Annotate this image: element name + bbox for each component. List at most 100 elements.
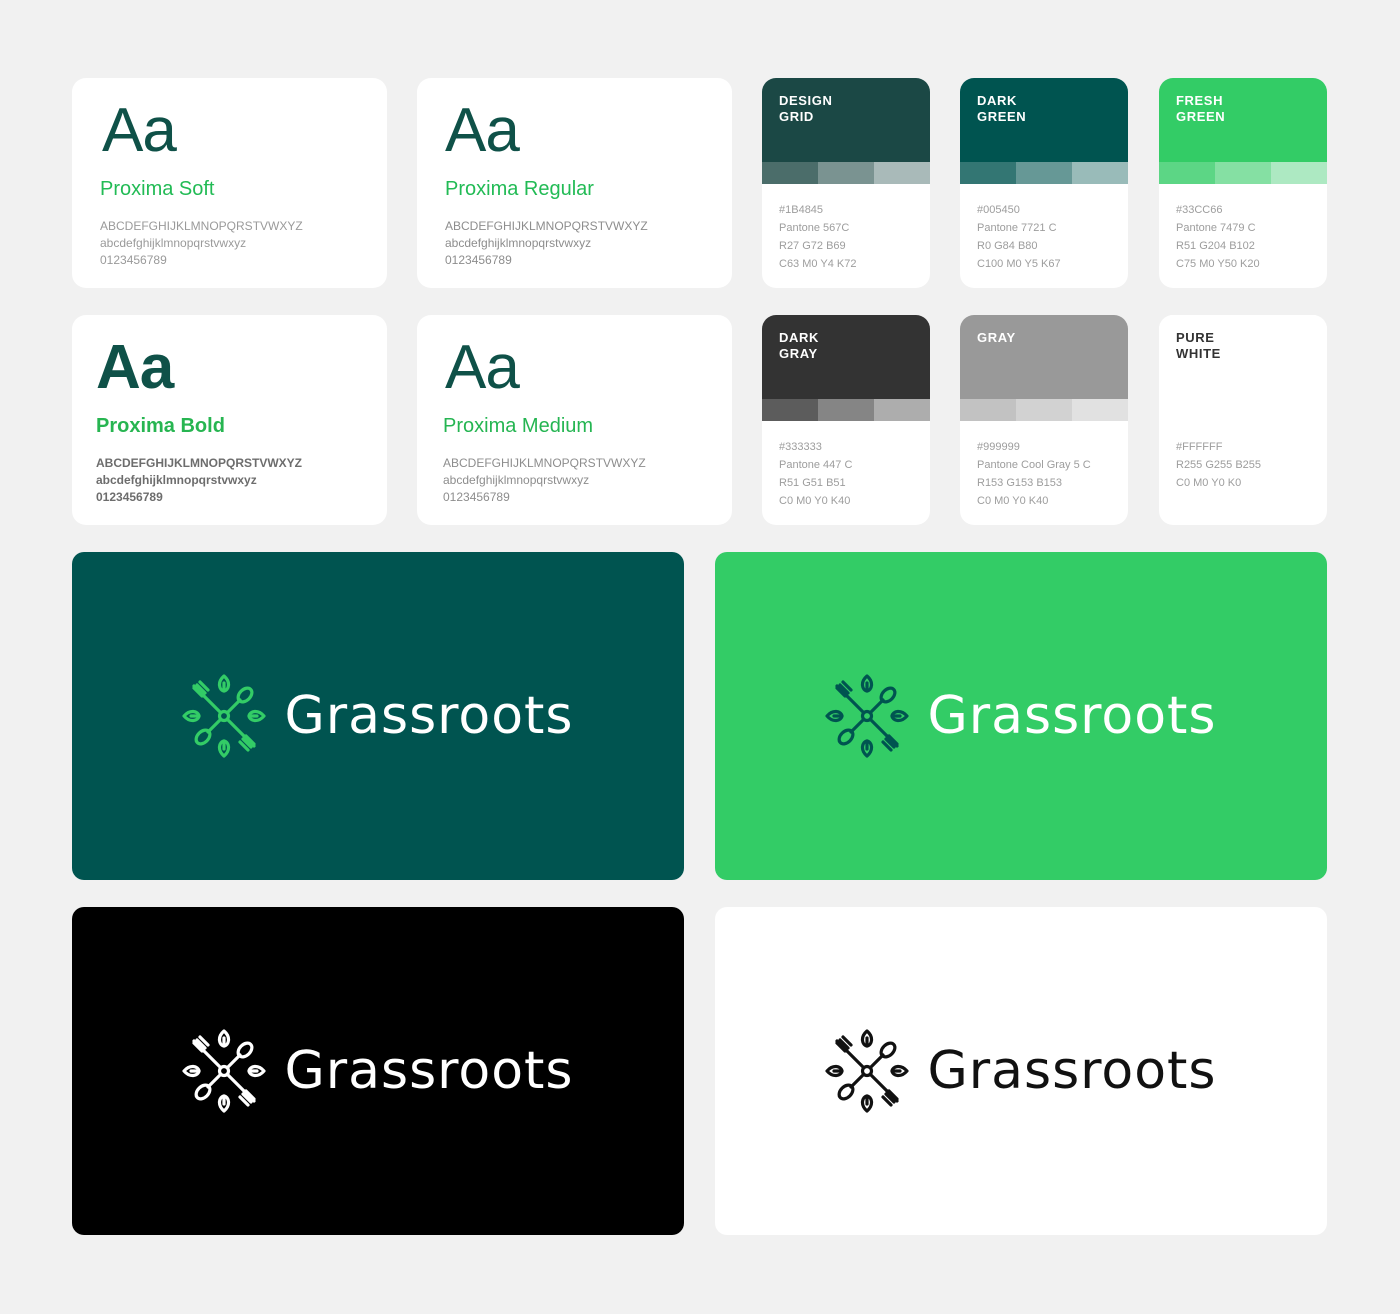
swatch-tints [1159,399,1327,421]
tint-3 [1271,162,1327,184]
brand-wordmark: Grassroots [284,686,574,746]
uppercase-set: ABCDEFGHIJKLMNOPQRSTVWXYZ [443,456,646,470]
grassroots-mark-icon [825,674,910,758]
pantone-code: Pantone Cool Gray 5 C [977,459,1091,471]
logo-card-black: Grassroots [72,907,684,1235]
tint-1 [1159,399,1215,421]
brand-wordmark: Grassroots [927,686,1217,746]
brand-wordmark: Grassroots [284,1041,574,1101]
tint-1 [960,399,1016,421]
grassroots-mark-icon [825,1029,910,1113]
tint-2 [1016,399,1072,421]
hex-code: #1B4845 [779,204,824,216]
typeface-card-proxima-bold: Aa Proxima Bold ABCDEFGHIJKLMNOPQRSTVWXY… [72,315,387,525]
digit-set: 0123456789 [96,490,163,504]
swatch-title: FRESH GREEN [1176,93,1226,124]
color-swatch-design-grid: DESIGN GRID #1B4845 Pantone 567C R27 G72… [762,78,930,288]
cmyk-code: C63 M0 Y4 K72 [779,258,857,270]
typeface-name: Proxima Soft [100,178,215,200]
rgb-code: R0 G84 B80 [977,240,1038,252]
pantone-code: Pantone 7479 C [1176,222,1256,234]
cmyk-code: C75 M0 Y50 K20 [1176,258,1260,270]
uppercase-set: ABCDEFGHIJKLMNOPQRSTVWXYZ [96,456,303,470]
tint-1 [1159,162,1215,184]
typeface-card-proxima-soft: Aa Proxima Soft ABCDEFGHIJKLMNOPQRSTVWXY… [72,78,387,288]
swatch-title: DESIGN GRID [779,93,833,124]
typeface-card-proxima-regular: Aa Proxima Regular ABCDEFGHIJKLMNOPQRSTV… [417,78,732,288]
color-swatch-fresh-green: FRESH GREEN #33CC66 Pantone 7479 C R51 G… [1159,78,1327,288]
swatch-tints [762,399,930,421]
tint-3 [1271,399,1327,421]
color-codes: #FFFFFF R255 G255 B255 C0 M0 Y0 K0 [1176,438,1261,492]
swatch-title: DARK GRAY [779,330,819,361]
logo-lockup: Grassroots [825,1029,1216,1113]
rgb-code: R153 G153 B153 [977,477,1063,489]
brand-wordmark: Grassroots [927,1041,1217,1101]
color-swatch-pure-white: PURE WHITE #FFFFFF R255 G255 B255 C0 M0 … [1159,315,1327,525]
typeface-name: Proxima Medium [443,415,594,437]
lowercase-set: abcdefghijklmnopqrstvwxyz [96,473,257,487]
logo-lockup: Grassroots [825,674,1216,758]
color-swatch-dark-green: DARK GREEN #005450 Pantone 7721 C R0 G84… [960,78,1128,288]
digit-set: 0123456789 [100,253,167,267]
color-codes: #1B4845 Pantone 567C R27 G72 B69 C63 M0 … [779,201,856,273]
tint-3 [1072,162,1128,184]
grassroots-mark-icon [182,674,267,758]
tint-2 [1016,162,1072,184]
pantone-code: Pantone 7721 C [977,222,1057,234]
color-codes: #33CC66 Pantone 7479 C R51 G204 B102 C75… [1176,201,1260,273]
hex-code: #33CC66 [1176,204,1223,216]
hex-code: #FFFFFF [1176,441,1223,453]
cmyk-code: C0 M0 Y0 K40 [977,495,1049,507]
rgb-code: R51 G51 B51 [779,477,846,489]
logo-card-white: Grassroots [715,907,1327,1235]
swatch-tints [960,399,1128,421]
character-set: ABCDEFGHIJKLMNOPQRSTVWXYZ abcdefghijklmn… [443,455,646,506]
cmyk-code: C100 M0 Y5 K67 [977,258,1061,270]
typeface-name: Proxima Bold [96,415,225,437]
type-sample: Aa [445,96,520,165]
type-sample: Aa [445,333,520,402]
color-codes: #005450 Pantone 7721 C R0 G84 B80 C100 M… [977,201,1061,273]
logo-card-dark-green: Grassroots [72,552,684,880]
type-sample: Aa [96,333,174,402]
hex-code: #333333 [779,441,822,453]
type-sample: Aa [102,96,177,165]
swatch-title: DARK GREEN [977,93,1027,124]
tint-3 [1072,399,1128,421]
tint-2 [1215,162,1271,184]
character-set: ABCDEFGHIJKLMNOPQRSTVWXYZ abcdefghijklmn… [96,455,302,506]
lowercase-set: abcdefghijklmnopqrstvwxyz [100,236,247,250]
swatch-title: GRAY [977,330,1016,345]
tint-1 [762,399,818,421]
rgb-code: R51 G204 B102 [1176,240,1255,252]
uppercase-set: ABCDEFGHIJKLMNOPQRSTVWXYZ [445,219,648,233]
tint-2 [818,399,874,421]
swatch-tints [960,162,1128,184]
cmyk-code: C0 M0 Y0 K40 [779,495,851,507]
pantone-code: Pantone 447 C [779,459,853,471]
swatch-title: PURE WHITE [1176,330,1221,361]
color-codes: #999999 Pantone Cool Gray 5 C R153 G153 … [977,438,1091,510]
tint-3 [874,399,930,421]
hex-code: #999999 [977,441,1020,453]
character-set: ABCDEFGHIJKLMNOPQRSTVWXYZ abcdefghijklmn… [445,218,648,269]
color-swatch-gray: GRAY #999999 Pantone Cool Gray 5 C R153 … [960,315,1128,525]
lowercase-set: abcdefghijklmnopqrstvwxyz [443,473,590,487]
color-codes: #333333 Pantone 447 C R51 G51 B51 C0 M0 … [779,438,852,510]
digit-set: 0123456789 [443,490,510,504]
rgb-code: R255 G255 B255 [1176,459,1262,471]
grassroots-mark-icon [182,1029,267,1113]
hex-code: #005450 [977,204,1020,216]
uppercase-set: ABCDEFGHIJKLMNOPQRSTVWXYZ [100,219,303,233]
color-swatch-dark-gray: DARK GRAY #333333 Pantone 447 C R51 G51 … [762,315,930,525]
swatch-tints [762,162,930,184]
character-set: ABCDEFGHIJKLMNOPQRSTVWXYZ abcdefghijklmn… [100,218,303,269]
lowercase-set: abcdefghijklmnopqrstvwxyz [445,236,592,250]
swatch-tints [1159,162,1327,184]
logo-lockup: Grassroots [182,1029,573,1113]
typeface-name: Proxima Regular [445,178,594,200]
tint-1 [960,162,1016,184]
tint-2 [818,162,874,184]
tint-1 [762,162,818,184]
